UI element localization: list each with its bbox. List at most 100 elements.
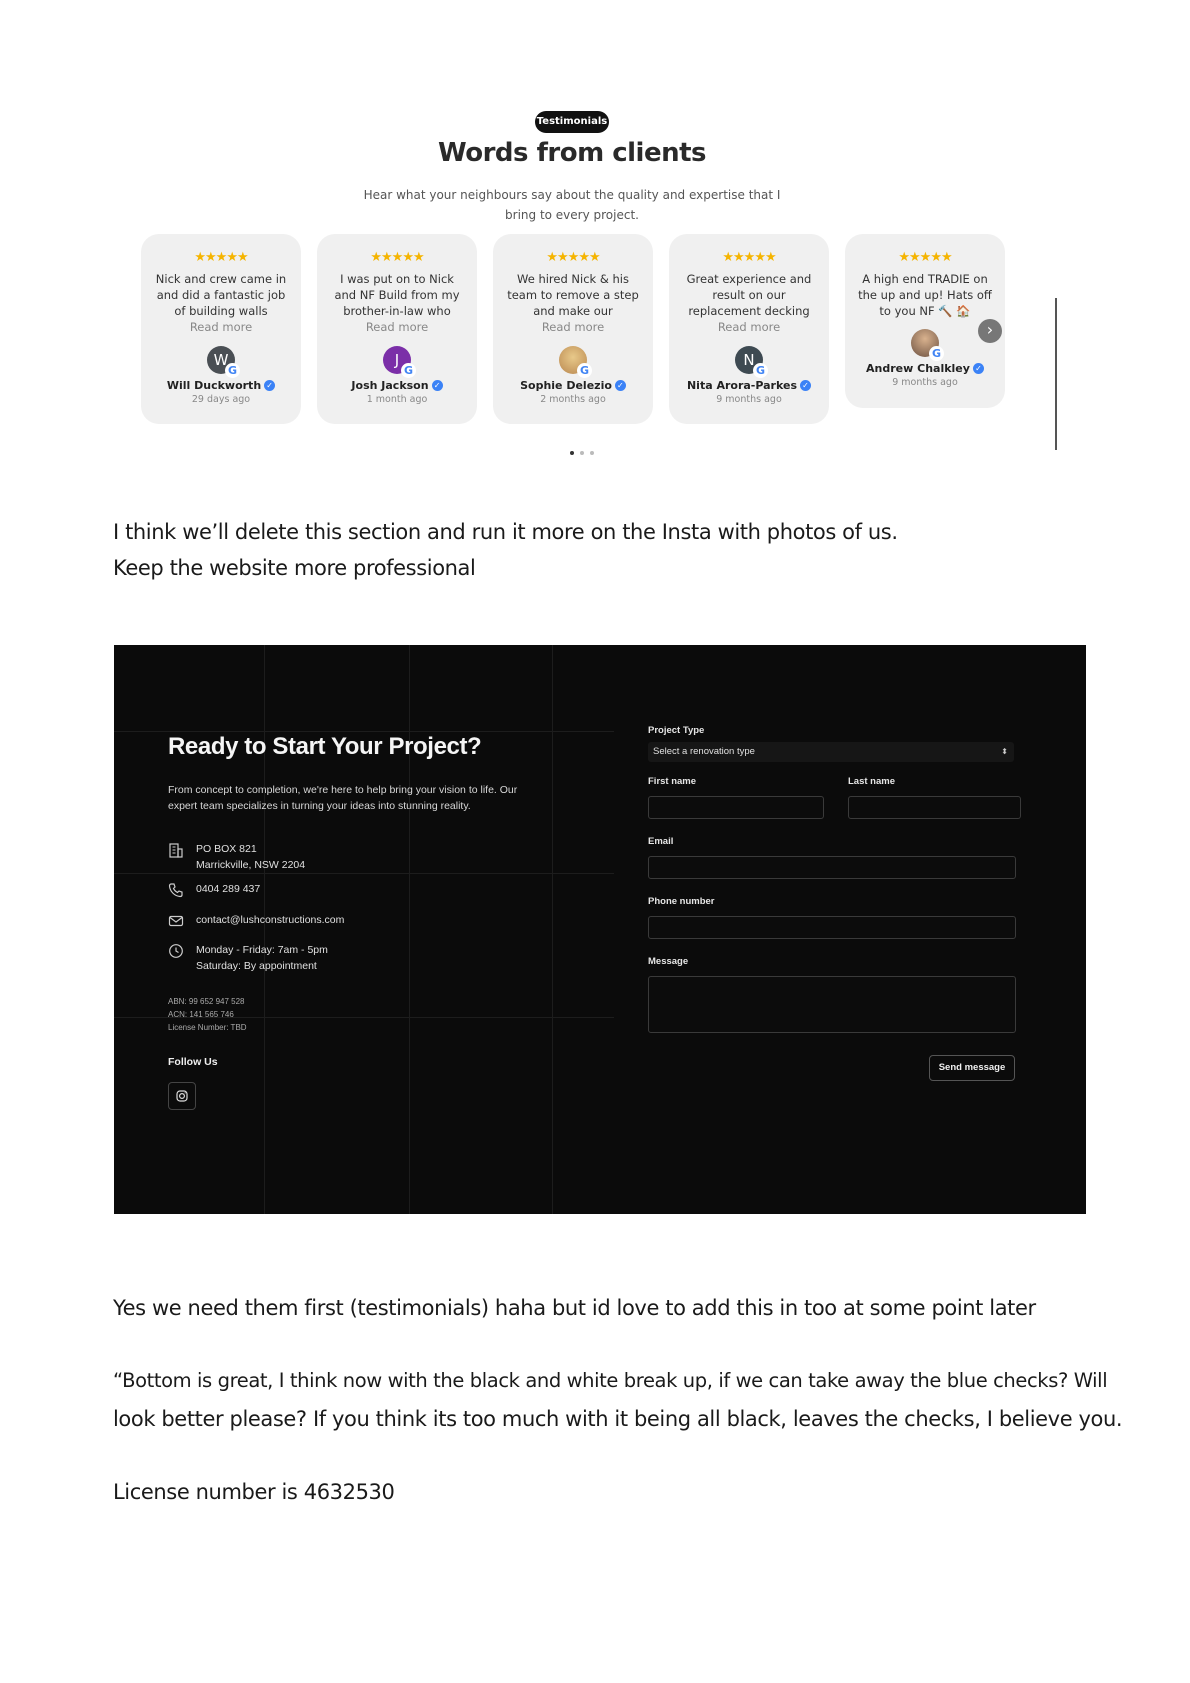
pagination-dot[interactable] [570,451,574,455]
verified-check-icon: ✓ [614,380,626,391]
first-name-field[interactable] [648,796,824,819]
review-date: 2 months ago [540,394,606,405]
project-type-value: Select a renovation type [653,746,755,757]
note-line: Yes we need them first (testimonials) ha… [113,1296,1036,1320]
chevron-up-down-icon: ⬍ [1001,747,1008,756]
reviewer-name: Will Duckworth ✓ [141,379,301,392]
instagram-button[interactable] [168,1082,196,1110]
reviewer-name: Josh Jackson ✓ [317,379,477,392]
reviewer-name: Andrew Chalkley ✓ [845,362,1005,375]
testimonials-title: Words from clients [438,138,707,168]
scrollbar[interactable] [1055,298,1057,450]
reviewer-name-text: Sophie Delezio [520,379,612,392]
reviewer-name-text: Andrew Chalkley [866,362,970,375]
follow-us-label: Follow Us [168,1056,218,1068]
address-line: PO BOX 821 [196,843,257,855]
send-message-button[interactable]: Send message [929,1055,1015,1081]
reviewer-name: Nita Arora-Parkes ✓ [669,379,829,392]
reviewer-name-text: Will Duckworth [166,379,262,392]
verified-check-icon: ✓ [972,363,984,374]
testimonial-quote: I was put on to Nick and NF Build from m… [334,272,460,318]
testimonials-subtitle: Hear what your neighbours say about the … [363,188,781,222]
verified-check-icon: ✓ [431,380,443,391]
testimonial-card: ★★★★★ Great experience and result on our… [669,234,829,424]
contact-title: Ready to Start Your Project? [168,733,482,760]
contact-description: From concept to completion, we're here t… [168,784,518,812]
testimonial-quote: Nick and crew came in and did a fantasti… [155,272,287,318]
contact-section: Ready to Start Your Project? From concep… [114,645,1086,1214]
email-address[interactable]: contact@lushconstructions.com [196,912,344,928]
last-name-label: Last name [848,776,895,787]
avatar: W G [207,346,240,378]
read-more-link[interactable]: Read more [317,320,477,336]
testimonial-quote: A high end TRADIE on the up and up! Hats… [858,272,992,318]
testimonial-card: ★★★★★ We hired Nick & his team to remove… [493,234,653,424]
reviewer-name-text: Josh Jackson [351,379,429,392]
read-more-link[interactable]: Read more [493,320,653,336]
hours-line: Saturday: By appointment [196,960,317,972]
instagram-icon [176,1090,188,1102]
last-name-field[interactable] [848,796,1021,819]
google-icon: G [577,363,592,378]
testimonial-quote: We hired Nick & his team to remove a ste… [507,272,639,318]
note-line: License number is 4632530 [113,1480,395,1504]
email-field[interactable] [648,856,1016,879]
clock-icon [169,944,183,958]
pagination-dot[interactable] [580,451,584,455]
star-rating: ★★★★★ [898,250,952,265]
license-number: License Number: TBD [168,1023,247,1032]
first-name-label: First name [648,776,697,787]
avatar: N G [735,346,768,378]
google-icon: G [225,363,240,378]
phone-number[interactable]: 0404 289 437 [196,881,260,897]
email-label: Email [648,836,674,847]
note-line: “Bottom is great, I think now with the b… [113,1369,1108,1392]
background-grid-line [114,873,614,874]
verified-check-icon: ✓ [800,380,812,391]
verified-check-icon: ✓ [264,380,276,391]
star-rating: ★★★★★ [546,250,600,265]
background-grid-line [114,731,614,732]
review-date: 9 months ago [716,394,782,405]
review-date: 1 month ago [366,394,428,405]
google-icon: G [929,346,944,361]
carousel-pagination [570,440,600,459]
star-rating: ★★★★★ [194,250,248,265]
google-icon: G [401,363,416,378]
testimonial-card: ★★★★★ Nick and crew came in and did a fa… [141,234,301,424]
building-icon [169,843,183,858]
avatar: J G [383,346,416,378]
star-rating: ★★★★★ [722,250,776,265]
testimonial-card: ★★★★★ A high end TRADIE on the up and up… [845,234,1005,408]
message-textarea[interactable] [648,976,1016,1033]
note-line: I think we’ll delete this section and ru… [113,520,898,544]
avatar-photo: G [559,346,592,378]
avatar-initial: J [394,351,400,369]
mail-icon [168,915,184,927]
review-date: 29 days ago [191,394,251,405]
read-more-link[interactable]: Read more [141,320,301,336]
legal-info: ABN: 99 652 947 528 ACN: 141 565 746 Lic… [168,995,247,1034]
note-line: look better please? If you think its too… [113,1407,1123,1431]
note-line: Keep the website more professional [113,556,476,580]
avatar-photo: G [911,329,944,361]
acn: ACN: 141 565 746 [168,1010,234,1019]
reviewer-name: Sophie Delezio ✓ [493,379,653,392]
google-icon: G [753,363,768,378]
phone-field[interactable] [648,916,1016,939]
pagination-dot[interactable] [590,451,594,455]
read-more-link[interactable]: Read more [669,320,829,336]
message-label: Message [648,956,689,967]
chevron-right-icon[interactable]: › [978,319,1002,343]
reviewer-name-text: Nita Arora-Parkes [686,379,798,392]
project-type-select[interactable]: Select a renovation type ⬍ [648,742,1014,762]
testimonials-badge: Testimonials [535,111,609,133]
abn: ABN: 99 652 947 528 [168,997,245,1006]
hours-line: Monday - Friday: 7am - 5pm [196,944,328,956]
testimonial-quote: Great experience and result on our repla… [686,272,812,318]
phone-icon [168,883,183,898]
star-rating: ★★★★★ [370,250,424,265]
project-type-label: Project Type [648,725,705,736]
address-line: Marrickville, NSW 2204 [196,859,306,871]
phone-label: Phone number [648,896,715,907]
